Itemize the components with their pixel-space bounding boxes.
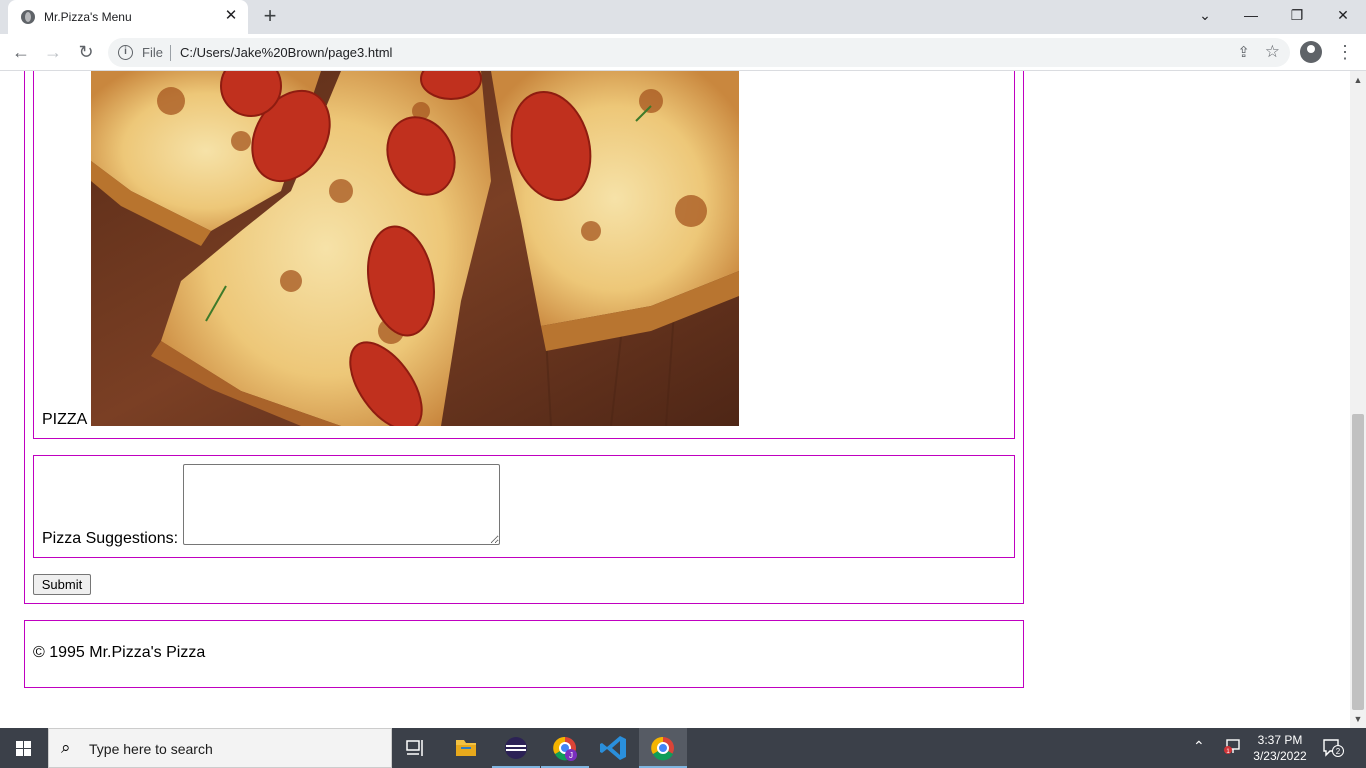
- forward-icon[interactable]: →: [40, 40, 66, 64]
- show-hidden-icons-icon[interactable]: ⌃: [1193, 738, 1205, 755]
- restore-button[interactable]: ❐: [1283, 4, 1311, 26]
- scroll-down-icon[interactable]: ▼: [1350, 712, 1366, 726]
- search-placeholder: Type here to search: [89, 741, 213, 757]
- windows-logo-icon: [16, 741, 32, 756]
- address-bar[interactable]: i File C:/Users/Jake%20Brown/page3.html …: [108, 38, 1290, 67]
- page-viewport: PIZZA Pizza Suggestions: Submit © 1995 M…: [0, 71, 1350, 728]
- back-icon[interactable]: ←: [8, 40, 34, 64]
- search-icon: ⌕: [61, 738, 71, 757]
- vscode-icon[interactable]: [590, 728, 638, 768]
- taskbar-search[interactable]: ⌕ Type here to search: [48, 728, 392, 768]
- eclipse-icon[interactable]: [492, 728, 540, 768]
- scroll-up-icon[interactable]: ▲: [1350, 73, 1366, 87]
- url-text[interactable]: C:/Users/Jake%20Brown/page3.html: [180, 45, 392, 60]
- share-icon[interactable]: ⇪: [1237, 43, 1250, 61]
- browser-toolbar: ← → ↻ i File C:/Users/Jake%20Brown/page3…: [0, 34, 1366, 71]
- suggestions-textarea[interactable]: [183, 464, 500, 545]
- svg-text:J: J: [569, 751, 573, 760]
- task-view-icon[interactable]: [392, 728, 440, 768]
- pizza-label: PIZZA: [42, 411, 88, 428]
- chrome-profile-icon[interactable]: J: [541, 728, 589, 768]
- scrollbar-thumb[interactable]: [1352, 414, 1364, 710]
- clock-time: 3:37 PM: [1257, 733, 1303, 747]
- close-window-button[interactable]: ✕: [1329, 4, 1357, 26]
- pizza-image: [91, 71, 739, 426]
- minimize-button[interactable]: —: [1237, 4, 1265, 26]
- notification-center-icon[interactable]: 2: [1322, 738, 1344, 758]
- system-clock[interactable]: 3:37 PM 3/23/2022: [1252, 732, 1308, 764]
- reload-icon[interactable]: ↻: [73, 40, 99, 64]
- globe-icon: [21, 10, 35, 24]
- vertical-scrollbar[interactable]: ▲ ▼: [1350, 71, 1366, 728]
- tab-strip: Mr.Pizza's Menu ✕ + ⌄ — ❐ ✕: [0, 0, 1366, 34]
- clock-date: 3/23/2022: [1253, 749, 1307, 763]
- menu-kebab-icon[interactable]: ⋮: [1336, 41, 1354, 63]
- new-tab-button[interactable]: +: [259, 5, 281, 28]
- info-icon[interactable]: i: [118, 45, 133, 60]
- file-explorer-icon[interactable]: [442, 728, 490, 768]
- copyright-text: © 1995 Mr.Pizza's Pizza: [33, 644, 206, 661]
- submit-button[interactable]: Submit: [33, 574, 91, 595]
- suggestions-label: Pizza Suggestions:: [42, 530, 179, 547]
- tab-title: Mr.Pizza's Menu: [44, 10, 132, 24]
- notification-count: 2: [1336, 747, 1341, 756]
- scheme-label: File: [142, 45, 163, 60]
- browser-tab[interactable]: Mr.Pizza's Menu ✕: [8, 0, 248, 34]
- tab-close-icon[interactable]: ✕: [222, 7, 240, 25]
- chrome-icon[interactable]: [639, 728, 687, 768]
- start-button[interactable]: [0, 728, 48, 768]
- bookmark-star-icon[interactable]: ☆: [1265, 42, 1280, 62]
- network-icon[interactable]: 1: [1223, 737, 1243, 755]
- profile-avatar-icon[interactable]: [1300, 41, 1322, 63]
- windows-taskbar: ⌕ Type here to search J ⌃ 1 3:37 PM 3/23…: [0, 728, 1366, 768]
- omnibox-divider: [170, 45, 171, 61]
- tab-search-icon[interactable]: ⌄: [1191, 4, 1219, 26]
- suggestions-section: [33, 455, 1015, 558]
